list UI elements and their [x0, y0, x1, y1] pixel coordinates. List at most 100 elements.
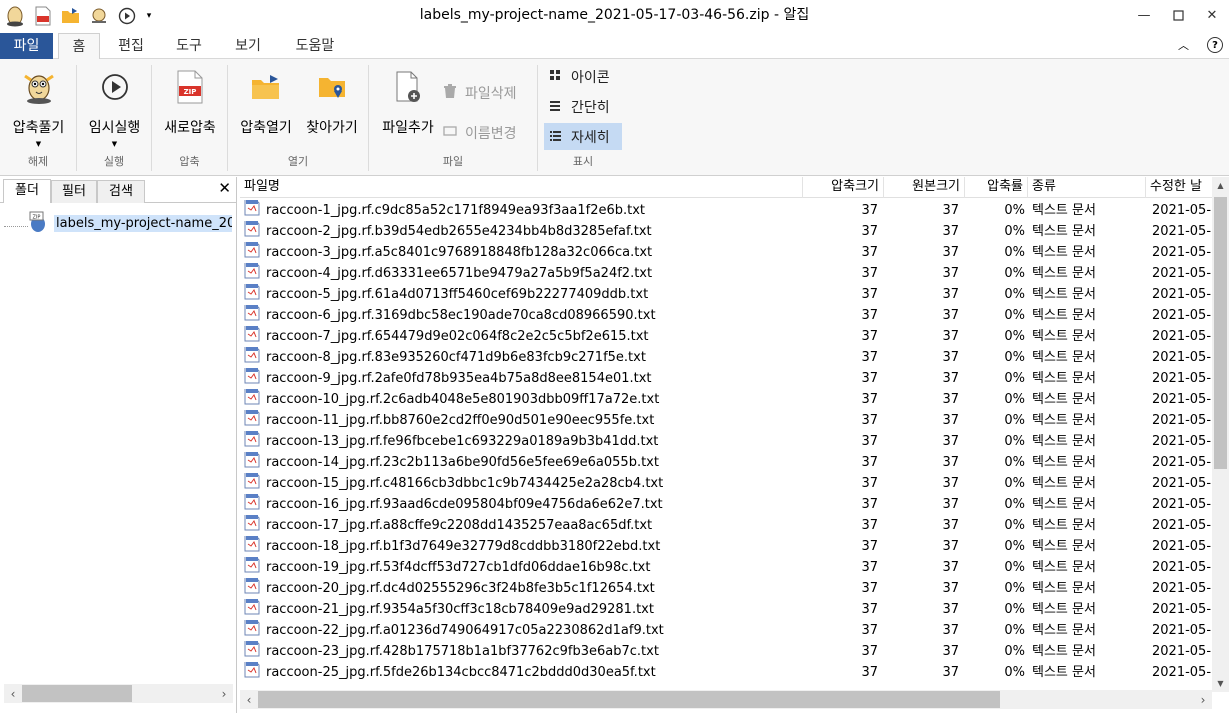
table-row[interactable]: raccoon-17_jpg.rf.a88cffe9c2208dd1435257…	[240, 515, 1219, 536]
table-row[interactable]: raccoon-8_jpg.rf.83e935260cf471d9b6e83fc…	[240, 347, 1219, 368]
tab-file[interactable]: 파일	[0, 33, 53, 59]
scroll-up-icon[interactable]: ▲	[1212, 177, 1229, 194]
text-file-icon	[244, 368, 260, 389]
table-row[interactable]: raccoon-18_jpg.rf.b1f3d7649e32779d8cddbb…	[240, 536, 1219, 557]
cell-filename: raccoon-14_jpg.rf.23c2b113a6be90fd56e5fe…	[244, 452, 800, 473]
table-row[interactable]: raccoon-25_jpg.rf.5fde26b134cbcc8471c2bd…	[240, 662, 1219, 683]
file-list-vscrollbar[interactable]: ▲ ▼	[1212, 177, 1229, 692]
run-button[interactable]: 임시실행 ▼	[77, 65, 152, 148]
table-row[interactable]: raccoon-4_jpg.rf.d63331ee6571be9479a27a5…	[240, 263, 1219, 284]
tab-filter[interactable]: 필터	[51, 180, 97, 203]
tab-edit[interactable]: 편집	[106, 33, 156, 59]
header-compressed-size[interactable]: 압축크기	[803, 177, 884, 198]
delete-file-button[interactable]: 파일삭제	[443, 83, 517, 103]
text-file-icon	[244, 515, 260, 536]
table-row[interactable]: raccoon-14_jpg.rf.23c2b113a6be90fd56e5fe…	[240, 452, 1219, 473]
file-list-vscroll-thumb[interactable]	[1214, 197, 1227, 469]
open-folder-quick-icon[interactable]	[60, 5, 82, 27]
cell-original-size: 37	[942, 665, 959, 680]
scroll-right-icon[interactable]: ›	[1194, 693, 1212, 707]
view-detail-button[interactable]: 자세히	[544, 123, 622, 150]
table-row[interactable]: raccoon-1_jpg.rf.c9dc85a52c171f8949ea93f…	[240, 200, 1219, 221]
file-list-hscroll-thumb[interactable]	[258, 691, 1000, 708]
cell-compressed-size: 37	[861, 392, 878, 407]
table-row[interactable]: raccoon-19_jpg.rf.53f4dcff53d727cb1dfd06…	[240, 557, 1219, 578]
scroll-left-icon[interactable]: ‹	[240, 693, 258, 707]
filename-text: raccoon-18_jpg.rf.b1f3d7649e32779d8cddbb…	[266, 539, 661, 554]
table-row[interactable]: raccoon-10_jpg.rf.2c6adb4048e5e801903dbb…	[240, 389, 1219, 410]
cell-filename: raccoon-4_jpg.rf.d63331ee6571be9479a27a5…	[244, 263, 800, 284]
folder-pane: 폴더 필터 검색 ✕ ZIP labels_my-project-name_20…	[0, 177, 237, 713]
scroll-right-icon[interactable]: ›	[215, 687, 233, 701]
view-simple-button[interactable]: 간단히	[544, 93, 622, 120]
tab-help[interactable]: 도움말	[284, 33, 346, 59]
quick-access-toolbar: ▾	[0, 5, 154, 27]
close-icon[interactable]: ✕	[1195, 0, 1229, 30]
file-list-hscrollbar[interactable]: ‹ ›	[240, 690, 1212, 709]
extract-button[interactable]: 압축풀기 ▼	[0, 65, 77, 148]
table-row[interactable]: raccoon-16_jpg.rf.93aad6cde095804bf09e47…	[240, 494, 1219, 515]
folder-pane-hscroll-thumb[interactable]	[22, 685, 132, 702]
minimize-icon[interactable]: —	[1127, 0, 1161, 30]
new-zip-button[interactable]: ZIP 새로압축	[152, 65, 228, 137]
filename-text: raccoon-21_jpg.rf.9354a5f30cff3c18cb7840…	[266, 602, 654, 617]
maximize-icon[interactable]	[1161, 0, 1195, 30]
help-icon[interactable]: ?	[1207, 37, 1223, 53]
table-row[interactable]: raccoon-20_jpg.rf.dc4d02555296c3f24b8fe3…	[240, 578, 1219, 599]
scroll-left-icon[interactable]: ‹	[4, 687, 22, 701]
header-filename[interactable]: 파일명	[240, 177, 803, 198]
tab-view[interactable]: 보기	[223, 33, 273, 59]
table-row[interactable]: raccoon-6_jpg.rf.3169dbc58ec190ade70ca8c…	[240, 305, 1219, 326]
cell-type: 텍스트 문서	[1032, 665, 1096, 680]
close-pane-icon[interactable]: ✕	[218, 179, 231, 197]
cell-ratio: 0%	[1004, 434, 1025, 449]
add-file-button[interactable]: 파일추가	[373, 65, 443, 137]
tab-search[interactable]: 검색	[97, 180, 145, 203]
table-row[interactable]: raccoon-13_jpg.rf.fe96fbcebe1c693229a018…	[240, 431, 1219, 452]
cell-compressed-size: 37	[861, 329, 878, 344]
header-original-size[interactable]: 원본크기	[884, 177, 965, 198]
rename-button[interactable]: 이름변경	[443, 123, 517, 143]
table-row[interactable]: raccoon-2_jpg.rf.b39d54edb2655e4234bb4b8…	[240, 221, 1219, 242]
group-label-run: 실행	[103, 155, 125, 168]
table-row[interactable]: raccoon-9_jpg.rf.2afe0fd78b935ea4b75a8d8…	[240, 368, 1219, 389]
header-type[interactable]: 종류	[1028, 177, 1146, 198]
filename-text: raccoon-8_jpg.rf.83e935260cf471d9b6e83fc…	[266, 350, 646, 365]
new-zip-quick-icon[interactable]	[32, 5, 54, 27]
run-quick-icon[interactable]	[116, 5, 138, 27]
cell-filename: raccoon-9_jpg.rf.2afe0fd78b935ea4b75a8d8…	[244, 368, 800, 389]
browse-button[interactable]: 찾아가기	[300, 65, 364, 137]
table-row[interactable]: raccoon-7_jpg.rf.654479d9e02c064f8c2e2c5…	[240, 326, 1219, 347]
scroll-down-icon[interactable]: ▼	[1212, 675, 1229, 692]
text-file-icon	[244, 389, 260, 410]
extract-quick-icon[interactable]	[88, 5, 110, 27]
text-file-icon	[244, 431, 260, 452]
group-label-display: 표시	[572, 155, 594, 168]
table-row[interactable]: raccoon-3_jpg.rf.a5c8401c9768918848fb128…	[240, 242, 1219, 263]
run-dropdown-icon[interactable]: ▼	[112, 140, 117, 148]
collapse-ribbon-icon[interactable]: ︿	[1178, 37, 1189, 53]
view-icons-button[interactable]: 아이콘	[544, 63, 622, 90]
table-row[interactable]: raccoon-11_jpg.rf.bb8760e2cd2ff0e90d501e…	[240, 410, 1219, 431]
table-row[interactable]: raccoon-5_jpg.rf.61a4d0713ff5460cef69b22…	[240, 284, 1219, 305]
tab-folder[interactable]: 폴더	[3, 179, 51, 203]
tab-tools[interactable]: 도구	[164, 33, 214, 59]
tree-item-zip[interactable]: ZIP labels_my-project-name_2021-05-17-03…	[4, 211, 234, 235]
table-row[interactable]: raccoon-22_jpg.rf.a01236d749064917c05a22…	[240, 620, 1219, 641]
tree-connector	[4, 225, 28, 227]
table-row[interactable]: raccoon-23_jpg.rf.428b175718b1a1bf37762c…	[240, 641, 1219, 662]
table-row[interactable]: raccoon-15_jpg.rf.c48166cb3dbbc1c9b74344…	[240, 473, 1219, 494]
customize-dropdown-icon[interactable]: ▾	[144, 5, 154, 27]
cell-ratio: 0%	[1004, 329, 1025, 344]
header-ratio[interactable]: 압축률	[965, 177, 1028, 198]
cell-compressed-size: 37	[861, 497, 878, 512]
cell-compressed-size: 37	[861, 413, 878, 428]
extract-dropdown-icon[interactable]: ▼	[36, 140, 41, 148]
header-modified[interactable]: 수정한 날	[1146, 177, 1212, 198]
folder-pane-hscrollbar[interactable]: ‹ ›	[4, 684, 233, 703]
cell-original-size: 37	[942, 245, 959, 260]
tab-home[interactable]: 홈	[58, 33, 100, 60]
open-zip-button[interactable]: 압축열기	[234, 65, 298, 137]
cell-original-size: 37	[942, 371, 959, 386]
table-row[interactable]: raccoon-21_jpg.rf.9354a5f30cff3c18cb7840…	[240, 599, 1219, 620]
